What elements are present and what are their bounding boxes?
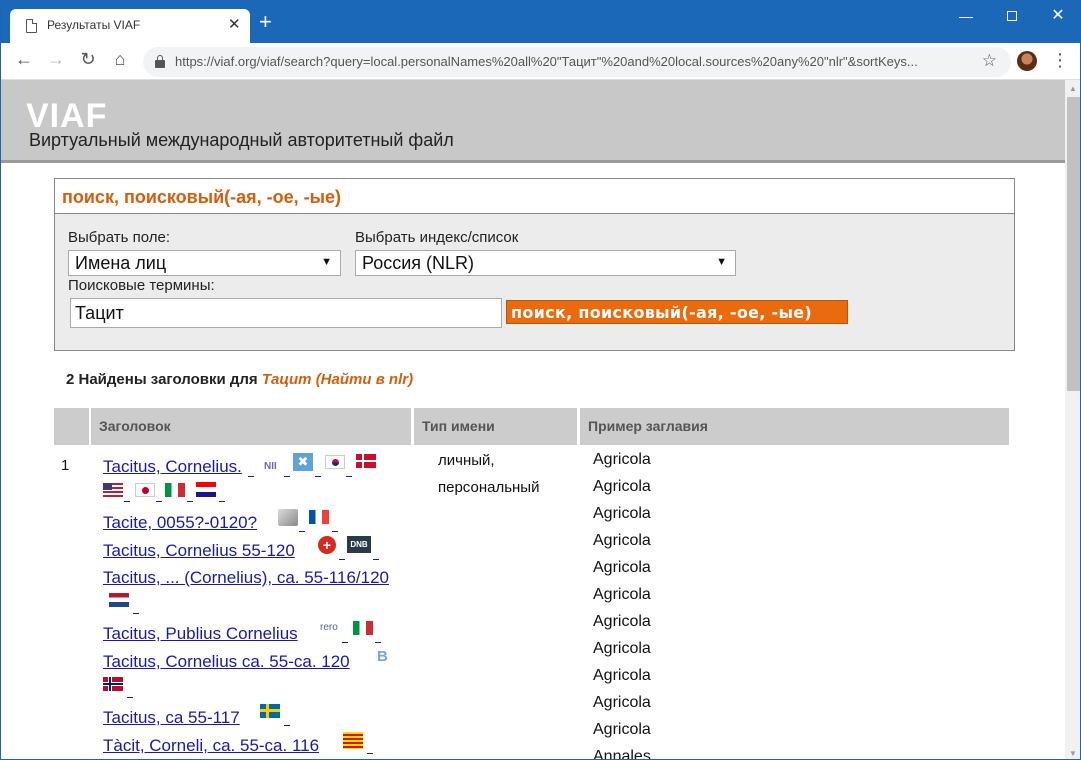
- vertical-scrollbar[interactable]: ▲ ▼: [1065, 80, 1080, 759]
- tab-title: Результаты VIAF: [47, 18, 141, 32]
- browser-window: Результаты VIAF ✕ + — ✕ ← → ↻ ⌂ https://…: [0, 0, 1081, 760]
- col-header-heading[interactable]: Заголовок: [91, 408, 411, 445]
- browser-menu-icon[interactable]: ⋮: [1051, 50, 1069, 71]
- index-label: Выбрать индекс/список: [355, 229, 519, 246]
- sample-title: Agricola: [593, 640, 651, 657]
- scrollbar-thumb[interactable]: [1067, 97, 1080, 391]
- maximize-icon: [1007, 11, 1017, 21]
- heading-link[interactable]: Tacitus, Publius Cornelius: [103, 624, 298, 644]
- sample-title: Agricola: [593, 586, 651, 603]
- new-tab-button[interactable]: +: [259, 11, 272, 33]
- browser-tab[interactable]: Результаты VIAF ✕: [10, 9, 250, 43]
- scroll-down-icon[interactable]: ▼: [1069, 749, 1077, 758]
- back-button[interactable]: ←: [13, 49, 35, 70]
- croatia-flag-icon[interactable]: [196, 482, 216, 497]
- field-select-value: Имена лиц: [75, 253, 167, 273]
- b-icon[interactable]: B: [377, 648, 388, 665]
- nii-icon[interactable]: NII: [264, 461, 277, 472]
- forward-button[interactable]: →: [45, 49, 67, 70]
- reload-button[interactable]: ↻: [77, 49, 99, 70]
- search-panel-title: поиск, поисковый(-ая, -ое, -ые): [62, 187, 342, 207]
- rero-icon[interactable]: rero: [320, 622, 338, 633]
- dropdown-arrow-icon: ▼: [321, 256, 332, 268]
- dnb-icon[interactable]: DNB: [347, 536, 371, 553]
- sample-title: Agricola: [593, 478, 651, 495]
- title-bar: Результаты VIAF ✕ + — ✕: [1, 1, 1080, 43]
- col-header-name-type[interactable]: Тип имени: [414, 408, 577, 445]
- field-select[interactable]: Имена лиц ▼: [68, 250, 341, 276]
- heading-link[interactable]: Tacitus, ... (Cornelius), ca. 55-116/120: [103, 568, 389, 588]
- italy-flag-icon[interactable]: [165, 483, 185, 497]
- home-button[interactable]: ⌂: [109, 49, 131, 70]
- sample-title: Agricola: [593, 559, 651, 576]
- catalonia-flag-icon[interactable]: [343, 732, 363, 749]
- terms-label: Поисковые термины:: [68, 277, 215, 294]
- denmark-flag-icon[interactable]: [356, 454, 376, 468]
- search-terms-input[interactable]: Тацит: [70, 298, 502, 328]
- minimize-button[interactable]: —: [943, 5, 989, 29]
- close-window-button[interactable]: ✕: [1035, 5, 1080, 29]
- page-icon: [26, 19, 37, 33]
- dropdown-arrow-icon: ▼: [716, 256, 727, 268]
- page-viewport: VIAF Виртуальный международный авторитет…: [1, 80, 1065, 760]
- col-header-sample-title[interactable]: Пример заглавия: [580, 408, 1009, 445]
- results-query[interactable]: Тацит (Найти в nlr): [262, 371, 413, 388]
- sample-title: Agricola: [593, 451, 651, 468]
- usa-flag-icon[interactable]: [103, 483, 123, 497]
- index-select-value: Россия (NLR): [362, 253, 475, 273]
- row-number: 1: [61, 457, 70, 474]
- scroll-up-icon[interactable]: ▲: [1069, 84, 1077, 93]
- heading-link[interactable]: Tacite, 0055?-0120?: [103, 513, 257, 533]
- viaf-subtitle: Виртуальный международный авторитетный ф…: [29, 130, 454, 150]
- heading-link[interactable]: Tacitus, Cornelius ca. 55-ca. 120: [103, 652, 350, 672]
- address-bar[interactable]: https://viaf.org/viaf/search?query=local…: [143, 47, 1011, 77]
- field-label: Выбрать поле:: [68, 229, 170, 246]
- sample-title: Agricola: [593, 667, 651, 684]
- url-text[interactable]: https://viaf.org/viaf/search?query=local…: [175, 54, 965, 69]
- tab-close-icon[interactable]: ✕: [228, 15, 241, 33]
- results-count-text: 2 Найдены заголовки для: [66, 371, 262, 388]
- index-select[interactable]: Россия (NLR) ▼: [355, 250, 736, 276]
- heading-link[interactable]: Tacitus, ca 55-117: [103, 708, 240, 728]
- sample-title: Agricola: [593, 532, 651, 549]
- heading-link[interactable]: Tàcit, Corneli, ca. 55-ca. 116: [103, 736, 319, 756]
- search-button[interactable]: поиск, поисковый(-ая, -ое, -ые): [506, 300, 848, 324]
- sample-title: Agricola: [593, 721, 651, 738]
- switzerland-flag-icon[interactable]: +: [318, 536, 336, 554]
- japan-flag-icon[interactable]: [135, 483, 155, 497]
- maximize-button[interactable]: [989, 5, 1035, 29]
- col-header-number: [54, 408, 89, 445]
- name-type-line-2: персональный: [438, 479, 540, 496]
- france-flag-icon[interactable]: [309, 510, 329, 524]
- results-count: 2 Найдены заголовки для Тацит (Найти в n…: [66, 371, 413, 388]
- viaf-header: VIAF Виртуальный международный авторитет…: [1, 80, 1065, 163]
- search-panel: поиск, поисковый(-ая, -ое, -ые) Выбрать …: [54, 178, 1015, 351]
- sweden-flag-icon[interactable]: [260, 704, 280, 718]
- profile-avatar[interactable]: [1017, 51, 1037, 71]
- sample-title: Agricola: [593, 505, 651, 522]
- italy-flag-icon[interactable]: [353, 621, 373, 635]
- name-type-line-1: личный,: [438, 452, 495, 469]
- search-panel-header: поиск, поисковый(-ая, -ое, -ые): [55, 179, 1014, 214]
- sample-title: Agricola: [593, 613, 651, 630]
- heading-link[interactable]: Tacitus, Cornelius.: [103, 457, 242, 477]
- browser-toolbar: ← → ↻ ⌂ https://viaf.org/viaf/search?que…: [1, 43, 1080, 80]
- cube-icon[interactable]: [278, 509, 298, 526]
- netherlands-flag-icon[interactable]: [109, 593, 129, 607]
- sample-title: Agricola: [593, 694, 651, 711]
- isni-icon[interactable]: ✖: [293, 453, 313, 471]
- lock-icon[interactable]: [155, 55, 165, 68]
- sample-title: Annales: [593, 748, 651, 760]
- norway-flag-icon[interactable]: [103, 677, 123, 691]
- heading-link[interactable]: Tacitus, Cornelius 55-120: [103, 541, 295, 561]
- korea-flag-icon[interactable]: [325, 455, 345, 469]
- bookmark-star-icon[interactable]: ☆: [982, 51, 997, 71]
